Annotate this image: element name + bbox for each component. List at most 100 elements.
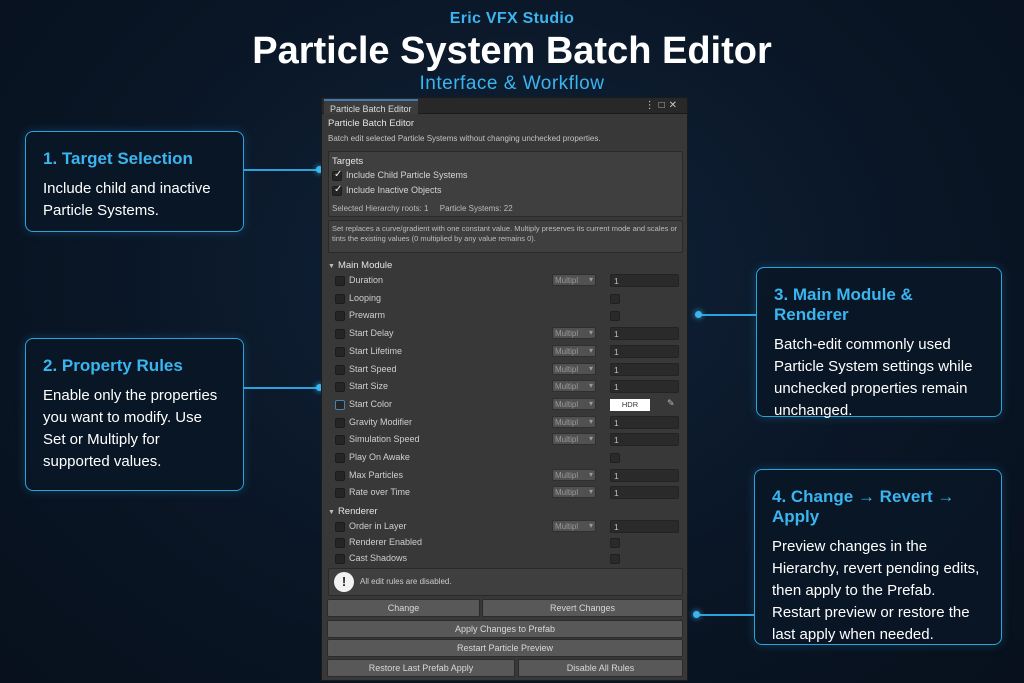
property-row: Prewarm [334,308,679,324]
property-enable-checkbox[interactable] [335,488,345,499]
connector-line [244,387,318,389]
connector-dot [693,611,700,618]
hierarchy-roots-count: Selected Hierarchy roots: 1 [332,204,429,213]
property-row: Cast Shadows [334,551,679,567]
value-field[interactable]: 1 [610,274,679,287]
property-enable-checkbox[interactable] [335,346,345,357]
renderer-foldout[interactable]: ▼ Renderer [328,506,378,517]
value-checkbox[interactable] [610,554,620,564]
property-enable-checkbox[interactable] [335,364,345,375]
property-name: Rate over Time [349,487,411,498]
property-name: Start Color [349,398,393,409]
include-inactive-label: Include Inactive Objects [346,185,442,195]
targets-label: Targets [332,156,364,167]
property-enable-checkbox[interactable] [335,522,345,532]
particle-systems-count: Particle Systems: 22 [439,204,513,213]
include-children-checkbox[interactable] [332,169,342,181]
callout-property-rules: 2. Property Rules Enable only the proper… [25,338,244,491]
property-enable-checkbox[interactable] [335,329,345,340]
editor-title: Particle Batch Editor [328,118,415,129]
mode-dropdown[interactable]: Multipl [552,362,596,375]
close-icon[interactable]: ✕ [669,100,681,111]
mode-dropdown[interactable]: Multipl [552,468,596,481]
property-row: Simulation Speed Multipl 1 [334,432,679,448]
property-row: Start Speed Multipl 1 [334,362,679,378]
include-inactive-toggle[interactable]: Include Inactive Objects [332,184,442,197]
restore-last-prefab-apply-button[interactable]: Restore Last Prefab Apply [327,659,515,677]
window-controls: ⋮□✕ [645,100,681,111]
value-checkbox[interactable] [610,538,620,548]
include-inactive-checkbox[interactable] [332,184,342,196]
page-title: Particle System Batch Editor [252,30,772,72]
main-module-foldout[interactable]: ▼ Main Module [328,260,392,271]
value-field[interactable]: 1 [610,415,679,429]
property-enable-checkbox[interactable] [335,453,345,463]
foldout-triangle-icon: ▼ [328,263,335,270]
change-button[interactable]: Change [327,599,480,617]
tab-particle-batch-editor[interactable]: Particle Batch Editor [324,99,418,114]
property-enable-checkbox[interactable] [335,435,345,446]
value-checkbox[interactable] [610,311,620,322]
value-field[interactable]: 1 [610,380,679,394]
property-name: Start Speed [349,363,397,374]
disable-all-rules-button[interactable]: Disable All Rules [518,659,683,677]
mode-dropdown[interactable]: Multipl [552,520,596,532]
property-row: Order in Layer Multipl 1 [334,519,679,535]
value-field[interactable]: 1 [610,362,679,376]
value-field[interactable]: 1 [610,344,679,358]
property-enable-checkbox[interactable] [335,382,345,393]
property-name: Max Particles [349,469,404,480]
foldout-triangle-icon: ▼ [328,509,335,516]
connector-dot [695,311,702,318]
value-checkbox[interactable] [610,293,620,304]
property-enable-checkbox[interactable] [335,293,345,304]
property-enable-checkbox[interactable] [335,311,345,322]
warning-text: All edit rules are disabled. [360,577,452,586]
mode-dropdown[interactable]: Multipl [552,433,596,446]
callout-title: 2. Property Rules [43,356,183,375]
mode-dropdown[interactable]: Multipl [552,397,596,410]
property-enable-checkbox[interactable] [335,417,345,428]
property-enable-checkbox[interactable] [335,399,345,410]
property-row: Start Color Multipl HDR ✎ [334,397,679,413]
mode-dropdown[interactable]: Multipl [552,274,596,286]
callout-body: Batch-edit commonly used Particle System… [774,336,973,419]
mode-dropdown[interactable]: Multipl [552,327,596,340]
header: Eric VFX Studio Particle System Batch Ed… [0,10,1024,95]
property-enable-checkbox[interactable] [335,554,345,564]
callout-title: 3. Main Module & Renderer [774,285,913,324]
value-field[interactable]: 1 [610,468,679,482]
warning-icon: ! [334,572,354,592]
restart-particle-preview-button[interactable]: Restart Particle Preview [327,639,683,657]
value-field[interactable]: 1 [610,486,679,500]
eyedropper-icon[interactable]: ✎ [667,398,675,409]
mode-dropdown[interactable]: Multipl [552,380,596,393]
maximize-icon[interactable]: □ [659,100,669,111]
apply-changes-to-prefab-button[interactable]: Apply Changes to Prefab [327,620,683,638]
mode-dropdown[interactable]: Multipl [552,415,596,428]
property-name: Simulation Speed [349,434,420,445]
property-row: Looping [334,291,679,307]
tab-bar: Particle Batch Editor ⋮□✕ [322,98,687,114]
callout-change-revert-apply: 4. Change → Revert → Apply Preview chang… [754,469,1002,645]
property-enable-checkbox[interactable] [335,470,345,481]
include-children-toggle[interactable]: Include Child Particle Systems [332,169,468,182]
property-enable-checkbox[interactable] [335,276,345,286]
property-name: Start Delay [349,328,394,339]
revert-changes-button[interactable]: Revert Changes [482,599,683,617]
property-name: Prewarm [349,310,386,321]
value-field[interactable]: 1 [610,327,679,341]
callout-title: 4. Change → Revert → Apply [772,487,955,526]
value-field[interactable]: 1 [610,433,679,447]
value-field[interactable]: 1 [610,520,679,533]
property-row: Duration Multipl 1 [334,273,679,289]
value-checkbox[interactable] [610,453,620,463]
connector-line [700,314,756,316]
property-name: Renderer Enabled [349,537,423,547]
mode-dropdown[interactable]: Multipl [552,486,596,499]
property-name: Start Lifetime [349,345,403,356]
hdr-color-field[interactable]: HDR [610,398,650,411]
property-enable-checkbox[interactable] [335,538,345,548]
mode-dropdown[interactable]: Multipl [552,344,596,357]
more-options-icon[interactable]: ⋮ [645,100,659,111]
